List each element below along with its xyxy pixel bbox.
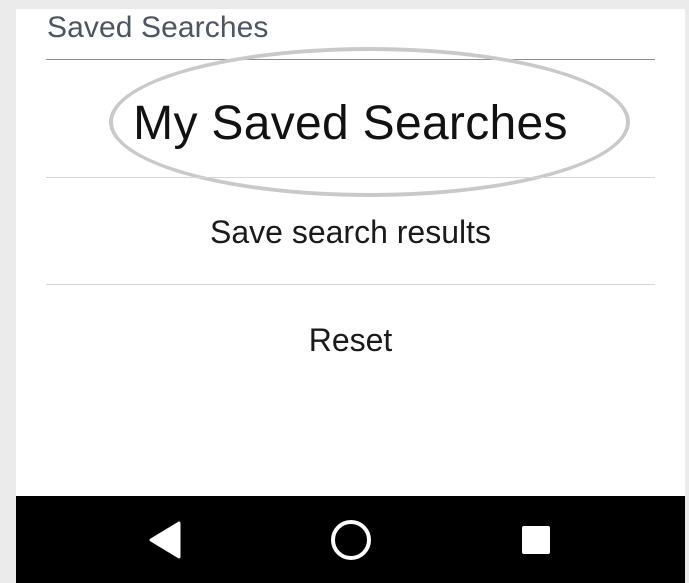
nav-recents-button[interactable] (491, 496, 581, 583)
menu-item-save-search-results[interactable]: Save search results (46, 208, 655, 256)
screen: Saved Searches My Saved Searches Save se… (0, 0, 689, 583)
nav-home-button[interactable] (306, 496, 396, 583)
sheet-title: Saved Searches (47, 11, 269, 44)
recents-square-icon (522, 525, 550, 554)
menu-item-reset[interactable]: Reset (46, 316, 655, 364)
android-navigation-bar (16, 496, 685, 583)
home-circle-icon (331, 519, 371, 560)
back-triangle-icon (149, 521, 181, 558)
saved-searches-sheet: Saved Searches My Saved Searches Save se… (16, 9, 685, 496)
menu-divider (46, 284, 655, 285)
menu-item-my-saved-searches[interactable]: My Saved Searches (46, 79, 655, 169)
menu-divider (46, 177, 655, 178)
nav-back-button[interactable] (120, 496, 210, 583)
